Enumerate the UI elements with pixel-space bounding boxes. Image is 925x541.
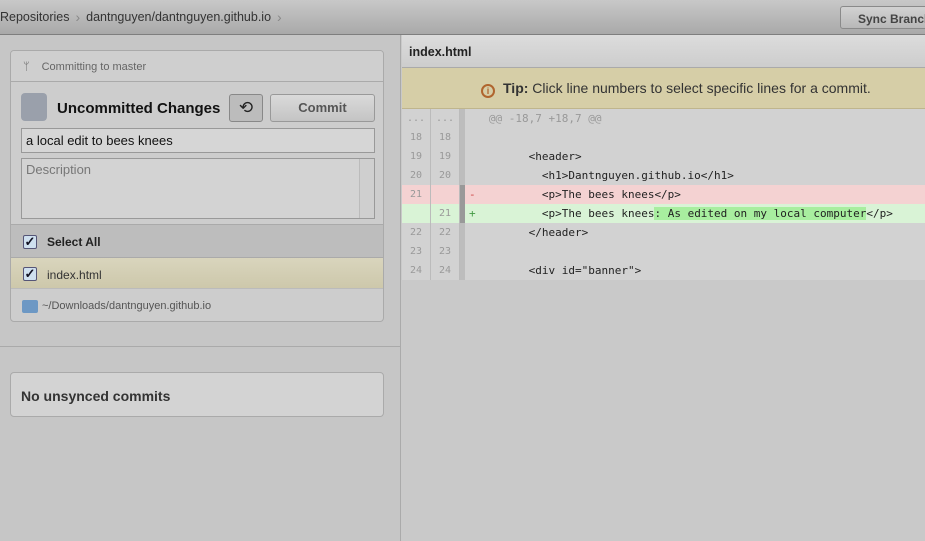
code-tail: </p> [866,207,893,220]
file-checkbox[interactable]: ✓ [23,267,37,281]
folder-icon [22,300,38,313]
old-line-number[interactable]: 19 [402,147,431,166]
tip-banner: i Tip: Click line numbers to select speci… [402,68,925,109]
new-line-number[interactable]: 24 [431,261,460,280]
sync-branch-button[interactable]: Sync Branch [840,6,925,29]
file-row[interactable]: ✓ index.html [11,257,383,289]
diff-sign [469,169,489,182]
unsynced-commits: No unsynced commits [10,372,384,417]
code-content: <header> [488,150,582,163]
code-text: @@ -18,7 +18,7 @@ [465,109,925,128]
sidebar: ᛘ Committing to master Uncommitted Change… [0,35,401,541]
diff-line: 22 22 </header> [402,223,925,242]
old-line-number[interactable]: ... [402,109,431,128]
new-line-number[interactable]: 20 [431,166,460,185]
diff-sign [469,226,489,239]
code-content: <h1>Dantnguyen.github.io</h1> [488,169,734,182]
changes-title: Uncommitted Changes [57,100,221,117]
old-line-number[interactable]: 23 [402,242,431,261]
old-line-number[interactable]: 21 [402,185,431,204]
new-line-number[interactable]: 19 [431,147,460,166]
diff-sign [469,264,489,277]
branch-icon: ᛘ [23,61,30,73]
code-content: <p>The bees knees [488,207,655,220]
old-line-number[interactable]: 18 [402,128,431,147]
code-text [465,242,925,261]
new-line-number[interactable]: 18 [431,128,460,147]
diff-line: ...... @@ -18,7 +18,7 @@ [402,109,925,128]
revert-icon: ⟲ [238,98,254,117]
breadcrumb: Repositories › dantnguyen/dantnguyen.git… [0,9,282,25]
old-line-number[interactable]: 24 [402,261,431,280]
code-text: <header> [465,147,925,166]
toolbar: Repositories › dantnguyen/dantnguyen.git… [0,0,925,35]
new-line-number[interactable]: 21 [431,204,460,223]
info-icon: i [481,84,495,98]
divider [0,346,401,347]
diff-line: 24 24 <div id="banner"> [402,261,925,280]
diff-line: 19 19 <header> [402,147,925,166]
new-line-number[interactable]: ... [431,109,460,128]
summary-input[interactable]: a local edit to bees knees [21,128,375,153]
branch-row: ᛘ Committing to master [11,51,383,82]
chevron-right-icon: › [277,9,282,25]
scrollbar[interactable] [359,159,374,218]
new-line-number[interactable]: 23 [431,242,460,261]
diff-sign [469,150,489,163]
diff-line: 23 23 [402,242,925,261]
path-text: ~/Downloads/dantnguyen.github.io [42,300,212,312]
branch-text: Committing to master [41,61,147,73]
diff-sign [469,112,489,125]
code-content: @@ -18,7 +18,7 @@ [488,112,602,125]
diff-line: 20 20 <h1>Dantnguyen.github.io</h1> [402,166,925,185]
code-content: <p>The bees knees</p> [488,188,681,201]
diff-sign: - [469,188,489,201]
code-content: </header> [488,226,589,239]
chevron-right-icon: › [75,9,81,25]
code-text: - <p>The bees knees</p> [465,185,925,204]
file-name: index.html [47,268,102,282]
old-line-number[interactable]: 22 [402,223,431,242]
added-highlight: : As edited on my local computer [654,207,867,220]
description-placeholder: Description [26,162,92,177]
select-all-checkbox[interactable]: ✓ [23,235,37,249]
breadcrumb-repositories[interactable]: Repositories [0,10,69,24]
diff-sign [469,245,489,258]
select-all-label: Select All [47,235,101,249]
code-text [465,128,925,147]
diff-line: 21 - <p>The bees knees</p> [402,185,925,204]
commit-button[interactable]: Commit [270,94,375,122]
repo-path: ~/Downloads/dantnguyen.github.io [11,289,383,321]
code-text: <h1>Dantnguyen.github.io</h1> [465,166,925,185]
commit-card: ᛘ Committing to master Uncommitted Change… [10,50,384,322]
description-input[interactable]: Description [21,158,375,219]
breadcrumb-repo[interactable]: dantnguyen/dantnguyen.github.io [86,10,271,24]
diff-line: 18 18 [402,128,925,147]
diff-panel: index.html i Tip: Click line numbers to s… [402,35,925,541]
new-line-number[interactable]: 22 [431,223,460,242]
old-line-number[interactable] [402,204,431,223]
tip-text: Click line numbers to select specific li… [528,80,871,96]
diff-sign: + [469,207,489,220]
code-content: <div id="banner"> [488,264,642,277]
code-text: </header> [465,223,925,242]
select-all-row[interactable]: ✓ Select All [11,224,383,257]
tip-label: Tip: [503,80,529,96]
code-text: + <p>The bees knees: As edited on my loc… [465,204,925,223]
diff-line: 21 + <p>The bees knees: As edited on my l… [402,204,925,223]
undo-button[interactable]: ⟲ [229,94,263,122]
code-text: <div id="banner"> [465,261,925,280]
diff-sign [469,131,489,144]
avatar [21,93,47,121]
new-line-number[interactable] [431,185,460,204]
diff-view: ...... @@ -18,7 +18,7 @@ 18 18 19 19 <heade… [402,109,925,280]
old-line-number[interactable]: 20 [402,166,431,185]
diff-filename: index.html [402,35,925,68]
